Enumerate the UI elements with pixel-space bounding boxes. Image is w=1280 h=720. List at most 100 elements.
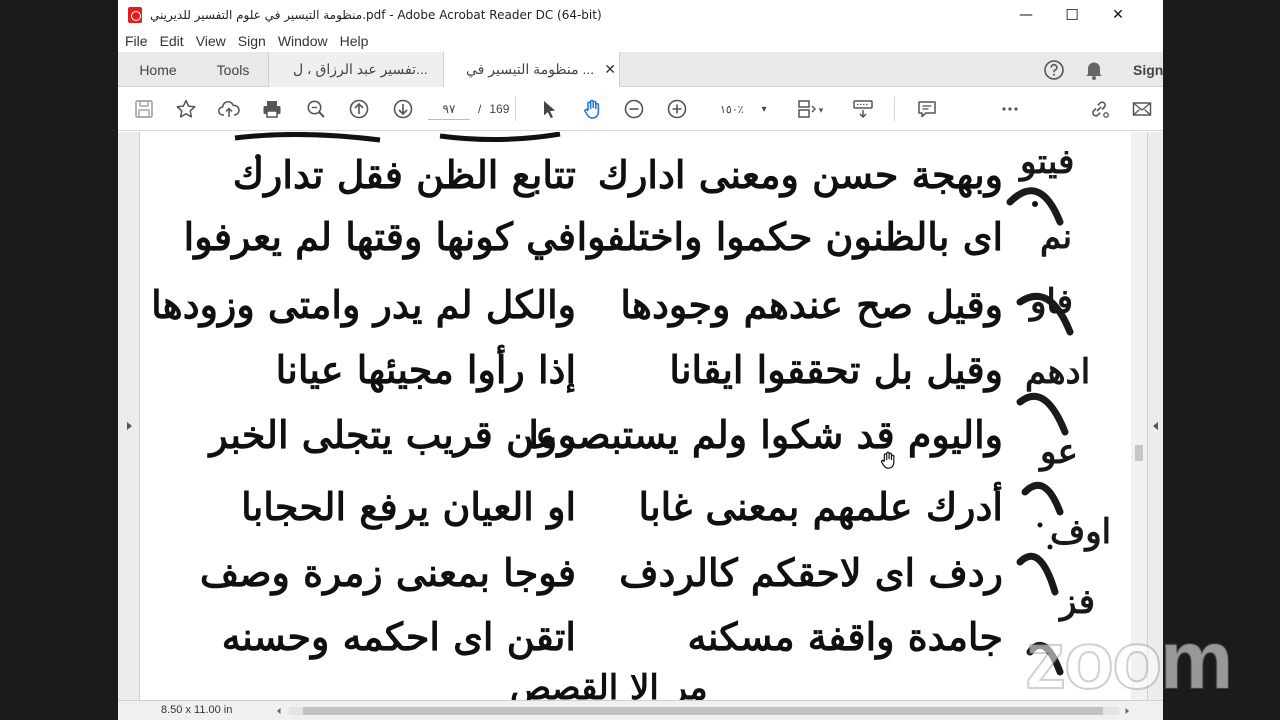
menu-view[interactable]: View [190,33,232,49]
tab-document-manzuma-label: منظومة التيسير في ... [466,61,595,77]
screen: منظومة التيسير في علوم التفسير للديريني.… [0,0,1280,720]
more-horizontal-icon [1002,107,1018,111]
arrow-down-circle-icon [393,99,413,119]
verse-right-4: وقيل بل تحققوا ايقانا [669,347,1004,392]
link-icon [1092,101,1109,118]
verse-right-3: وقيل صح عندهم وجودها [620,282,1004,327]
zoom-in-button[interactable] [665,97,689,121]
keyboard-scroll-icon [853,100,873,119]
cursor-arrow-icon [544,101,555,119]
scrolling-mode-button[interactable] [851,97,875,121]
share-link-button[interactable] [1087,97,1111,121]
side-fragment-4: ادهم [1025,352,1091,392]
side-fragment-1: فيتو [1020,142,1075,182]
verse-left-4: إذا رأوا مجيئها عيانا [275,347,577,392]
print-button[interactable] [260,97,284,121]
zoom-level-value: ١٥٠٪ [720,103,744,116]
close-window-button[interactable]: ✕ [1095,0,1141,30]
arrow-up-circle-icon [349,99,369,119]
verse-left-1: تتابع الظن فقل تدارك [232,152,577,197]
sign-in-link[interactable]: Sign [1133,52,1163,87]
help-button[interactable] [1043,52,1065,87]
tab-home-label: Home [139,61,177,78]
minimize-button[interactable]: — [1003,0,1049,30]
more-tools-button[interactable] [998,97,1022,121]
zoom-level-dropdown[interactable]: ١٥٠٪ ▾ [714,98,778,120]
title-bar: منظومة التيسير في علوم التفسير للديريني.… [118,0,1163,30]
current-page-input[interactable]: ٩٧ [428,98,470,120]
toolbar: ٩٧ / 169 ١٥٠٪ ▾ ▾ [118,87,1163,131]
side-fragment-3: فاو [1030,282,1074,322]
verse-left-8: اتقن اى احكمه وحسنه [221,614,577,659]
menu-sign[interactable]: Sign [232,33,272,49]
find-button[interactable] [304,97,328,121]
left-panel-toggle[interactable] [118,132,140,700]
close-tab-icon[interactable]: ✕ [604,61,616,78]
cloud-upload-icon [218,101,240,117]
bookmark-star-button[interactable] [174,97,198,121]
previous-page-button[interactable] [347,97,371,121]
notifications-button[interactable] [1084,52,1104,87]
hand-cursor-icon [881,451,895,469]
chevron-left-icon [1153,422,1158,430]
pdf-page: تتابع الظن فقل تدارك في كونها وقتها لم ي… [140,132,1131,700]
side-fragment-2: نم [1040,217,1073,257]
upload-button[interactable] [217,97,241,121]
tab-tools-label: Tools [216,61,250,78]
side-fragment-6: اوف [1050,512,1112,552]
verse-right-6: أدرك علمهم بمعنى غابا [638,484,1004,529]
tab-bar: Home Tools تفسير عبد الرزاق ، ل... منظوم… [118,52,1163,87]
envelope-icon [1132,102,1152,116]
menu-bar: File Edit View Sign Window Help [118,30,1163,52]
toolbar-divider [894,97,895,121]
select-tool-button[interactable] [537,97,561,121]
tab-document-manzuma[interactable]: منظومة التيسير في ... ✕ [443,52,620,87]
vertical-scroll-thumb[interactable] [1135,445,1143,461]
verse-right-5: واليوم قد شكوا ولم يستبصروا [528,412,1004,457]
verse-left-5: وعن قريب يتجلى الخبر [209,412,577,457]
hand-icon [584,99,600,119]
tab-document-tafsir[interactable]: تفسير عبد الرزاق ، ل... [268,52,443,87]
chevron-right-icon [127,422,132,430]
hand-tool-button[interactable] [580,97,604,121]
verse-left-6: او العيان يرفع الحجابا [241,484,577,529]
verse-left-7: فوجا بمعنى زمرة وصف [199,550,577,595]
save-button[interactable] [132,97,156,121]
next-page-button[interactable] [391,97,415,121]
zoom-watermark-logo: zoom [1024,614,1234,707]
page-navigation: ٩٧ / 169 [428,98,509,120]
menu-edit[interactable]: Edit [154,33,190,49]
menu-file[interactable]: File [118,33,154,49]
verse-right-2: اى بالظنون حكموا واختلفوا [576,214,1004,259]
help-icon [1044,59,1064,80]
verse-left-3: والكل لم يدر وامتى وزودها [151,282,577,327]
zoom-out-button[interactable] [622,97,646,121]
menu-window[interactable]: Window [272,33,334,49]
email-button[interactable] [1130,97,1154,121]
horizontal-scrollbar[interactable] [273,705,1133,717]
tab-tools[interactable]: Tools [198,52,268,87]
printer-icon [263,101,281,118]
save-icon [135,100,153,118]
menu-help[interactable]: Help [334,33,375,49]
bottom-heading-fragment: مر الا القصص [510,668,709,700]
page-display-caret-icon[interactable]: ▾ [816,99,826,123]
side-fragment-5: عو [1040,432,1078,472]
document-viewport[interactable]: تتابع الظن فقل تدارك في كونها وقتها لم ي… [118,132,1163,700]
minus-circle-icon [624,99,644,119]
verse-right-1: وبهجة حسن ومعنى ادارك [597,152,1004,197]
horizontal-scroll-thumb[interactable] [303,707,1103,715]
verse-right-8: جامدة واقفة مسكنه [687,614,1004,659]
comment-icon [918,101,936,118]
chevron-down-icon: ▾ [761,103,767,115]
scroll-left-icon[interactable] [273,705,285,717]
tab-home[interactable]: Home [118,52,198,87]
verse-right-7: ردف اى لاحقكم كالردف [619,550,1004,595]
tab-document-tafsir-label: تفسير عبد الرزاق ، ل... [293,61,428,77]
comment-button[interactable] [915,97,939,121]
status-bar: 8.50 x 11.00 in [118,700,1163,720]
page-size-label: 8.50 x 11.00 in [161,704,233,716]
verse-left-2: في كونها وقتها لم يعرفوا [183,214,577,259]
maximize-button[interactable]: ☐ [1049,0,1095,30]
search-icon [307,100,325,118]
